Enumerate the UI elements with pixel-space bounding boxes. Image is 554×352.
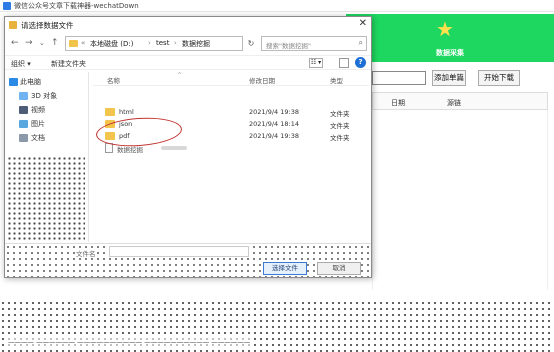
document-icon: [19, 134, 28, 142]
search-placeholder: 搜索"数据挖掘": [266, 42, 311, 50]
column-header: 日期: [391, 99, 405, 107]
forward-arrow-icon[interactable]: →: [25, 37, 33, 49]
sidebar-item-3d-objects[interactable]: 3D 对象: [5, 90, 88, 102]
file-date: 2021/9/4 19:38: [249, 132, 299, 140]
breadcrumb-current[interactable]: 数据挖掘: [182, 39, 210, 49]
column-header: 源链: [447, 99, 461, 107]
folder-icon: [69, 40, 78, 47]
filename-field[interactable]: [109, 246, 249, 257]
computer-icon: [9, 78, 18, 86]
obscured-sidebar-items: [7, 156, 85, 242]
banner-text: 数据采集: [436, 49, 464, 57]
navigation-pane: 此电脑 3D 对象 视频 图片 文档: [5, 72, 89, 242]
breadcrumb-separator: ›: [148, 39, 151, 47]
cube-icon: [19, 92, 28, 100]
sidebar-item-label: 图片: [31, 120, 45, 128]
file-date: 2021/9/4 19:38: [249, 108, 299, 116]
start-download-button[interactable]: 开始下载: [478, 70, 520, 86]
help-icon[interactable]: ?: [355, 57, 366, 68]
column-header-name[interactable]: 名称: [107, 75, 120, 85]
breadcrumb-overflow[interactable]: «: [81, 39, 85, 47]
file-date: 2021/9/4 18:14: [249, 120, 299, 128]
filename-label: 文件名: [75, 248, 97, 258]
sidebar-item-documents[interactable]: 文档: [5, 132, 88, 144]
close-icon[interactable]: ✕: [359, 18, 367, 29]
picture-icon: [19, 120, 28, 128]
table-body: [372, 110, 548, 290]
sidebar-item-videos[interactable]: 视频: [5, 104, 88, 116]
column-header-type[interactable]: 类型: [330, 75, 343, 85]
sidebar-item-this-pc[interactable]: 此电脑: [5, 76, 88, 88]
add-single-button[interactable]: 添加单篇: [432, 70, 466, 86]
cancel-button[interactable]: 取消: [317, 262, 361, 275]
sidebar-item-label: 此电脑: [20, 78, 41, 86]
sort-arrow-icon: ^: [177, 72, 183, 79]
breadcrumb-test[interactable]: test: [156, 39, 169, 47]
breadcrumb-drive[interactable]: 本地磁盘 (D:): [90, 39, 133, 49]
file-row[interactable]: html 2021/9/4 19:38 文件夹: [93, 106, 369, 118]
banner: ★ 数据采集: [346, 14, 554, 62]
status-text: ———— —————— —————————— —————————— ——————: [8, 338, 251, 346]
dialog-title-bar: 请选择数据文件 ✕: [5, 17, 371, 33]
video-icon: [19, 106, 28, 114]
file-list: 名称 ^ 修改日期 类型 html 2021/9/4 19:38 文件夹 jso…: [93, 72, 369, 242]
sidebar-item-label: 3D 对象: [31, 92, 58, 100]
search-icon: ⌕: [358, 38, 363, 47]
organize-menu[interactable]: 组织 ▾: [11, 59, 31, 69]
table-header: 日期 源链: [372, 92, 548, 110]
open-button[interactable]: 选择文件: [263, 262, 307, 275]
app-title-bar: 微信公众号文章下载神器-wechatDown: [0, 0, 554, 12]
column-header-date[interactable]: 修改日期: [249, 75, 275, 85]
breadcrumb-separator: ›: [174, 39, 177, 47]
app-title: 微信公众号文章下载神器-wechatDown: [14, 2, 139, 10]
folder-icon: [105, 108, 115, 116]
dialog-icon: [9, 21, 17, 29]
new-folder-button[interactable]: 新建文件夹: [51, 59, 86, 69]
dialog-footer: 文件名 选择文件 取消: [5, 243, 371, 277]
file-open-dialog: 请选择数据文件 ✕ ← → ⌄ ↑ « 本地磁盘 (D:) › test › 数…: [4, 16, 372, 278]
sidebar-item-label: 文档: [31, 134, 45, 142]
navigation-bar: ← → ⌄ ↑ « 本地磁盘 (D:) › test › 数据挖掘 ↻ 搜索"数…: [5, 35, 371, 53]
file-type: 文件夹: [330, 122, 350, 130]
chevron-down-icon[interactable]: ⌄: [39, 37, 45, 49]
sidebar-item-label: 视频: [31, 106, 45, 114]
file-list-header: 名称 ^ 修改日期 类型: [93, 72, 369, 86]
view-options-icon[interactable]: ☷ ▾: [309, 58, 323, 68]
file-type: 文件夹: [330, 110, 350, 118]
star-icon: ★: [436, 17, 454, 41]
dialog-toolbar: 组织 ▾ 新建文件夹 ☷ ▾ ?: [5, 55, 371, 70]
file-type: 文件夹: [330, 134, 350, 142]
dialog-title: 请选择数据文件: [21, 21, 74, 30]
back-arrow-icon[interactable]: ←: [11, 37, 19, 49]
preview-pane-icon[interactable]: [339, 58, 349, 68]
app-logo-icon: [3, 2, 11, 10]
address-bar[interactable]: « 本地磁盘 (D:) › test › 数据挖掘: [65, 36, 243, 51]
obscured-extension: [161, 146, 187, 150]
refresh-icon[interactable]: ↻: [245, 36, 257, 51]
article-url-input[interactable]: [372, 71, 426, 85]
search-input[interactable]: 搜索"数据挖掘" ⌕: [261, 36, 367, 51]
file-name: html: [119, 108, 134, 116]
sidebar-item-pictures[interactable]: 图片: [5, 118, 88, 130]
up-arrow-icon[interactable]: ↑: [51, 37, 59, 49]
